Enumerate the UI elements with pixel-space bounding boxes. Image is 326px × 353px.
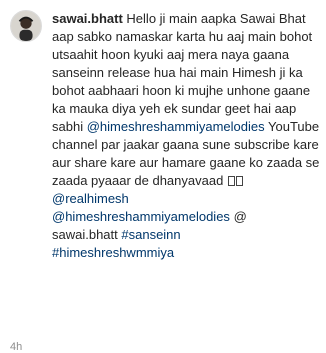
comment-text: Hello ji main aapka Sawai Bhat aap sabko… <box>52 11 313 134</box>
timestamp[interactable]: 4h <box>10 341 22 353</box>
comment-text: sawai.bhatt <box>52 227 122 242</box>
avatar[interactable] <box>10 10 42 42</box>
mention-link[interactable]: @himeshreshammiyamelodies <box>52 209 230 224</box>
hashtag-link[interactable]: #himeshreshwmmiya <box>52 245 174 260</box>
comment-meta: 4h <box>10 341 22 353</box>
username-link[interactable]: sawai.bhatt <box>52 11 123 26</box>
avatar-image <box>11 11 41 41</box>
comment-text: @ <box>233 209 247 224</box>
mention-link[interactable]: @realhimesh <box>52 191 129 206</box>
mention-link[interactable]: @himeshreshammiyamelodies <box>87 119 265 134</box>
comment-body: sawai.bhatt Hello ji main aapka Sawai Bh… <box>52 10 320 262</box>
unsupported-emoji-icon <box>227 176 235 186</box>
unsupported-emoji-icon <box>235 176 243 186</box>
hashtag-link[interactable]: #sanseinn <box>121 227 180 242</box>
